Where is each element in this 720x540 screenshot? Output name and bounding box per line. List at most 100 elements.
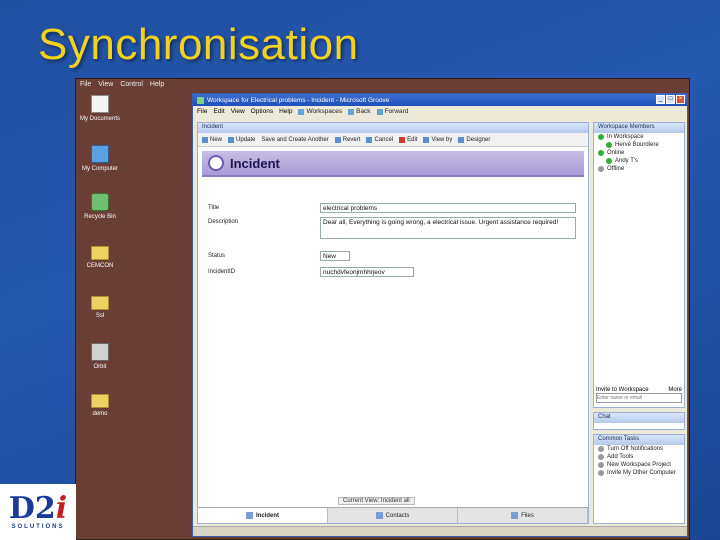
desktop-menu-help[interactable]: Help xyxy=(150,81,164,90)
tab-contacts[interactable]: Contacts xyxy=(328,508,458,523)
desktop-menu-view[interactable]: View xyxy=(98,81,113,90)
documents-icon xyxy=(91,95,109,113)
new-icon xyxy=(202,136,208,143)
group-offline[interactable]: Offline xyxy=(594,165,684,173)
description-field[interactable]: Dear all, Everything is going wrong, a e… xyxy=(320,217,576,239)
delete-x-icon xyxy=(399,136,406,143)
designer-button[interactable]: Designer xyxy=(458,136,490,143)
cancel-button[interactable]: Cancel xyxy=(366,136,393,143)
forward-button[interactable]: Forward xyxy=(376,108,408,115)
revert-icon xyxy=(334,136,341,143)
save-and-create-another-button[interactable]: Save and Create Another xyxy=(261,137,328,143)
folder-icon xyxy=(91,296,109,310)
revert-button[interactable]: Revert xyxy=(334,136,360,143)
status-offline-icon xyxy=(598,166,604,172)
menu-view[interactable]: View xyxy=(231,108,245,115)
form-title: Incident xyxy=(230,155,280,171)
common-tasks-pane: Common Tasks Turn Off Notifications Add … xyxy=(593,434,685,524)
desktop-screenshot: File View Control Help My Documents My C… xyxy=(75,78,690,540)
description-label: Description xyxy=(208,219,239,225)
new-button[interactable]: New xyxy=(202,136,222,143)
desktop-menu-control[interactable]: Control xyxy=(120,81,143,90)
desktop-icon-demo[interactable]: demo xyxy=(76,391,130,417)
group-in-workspace[interactable]: In Workspace xyxy=(594,133,684,141)
task-icon xyxy=(598,470,604,476)
incident-pane: Incident New Update Save and Create Anot… xyxy=(197,122,589,524)
task-item[interactable]: New Workspace Project xyxy=(594,461,684,469)
current-view-bar[interactable]: Current View: Incident all xyxy=(338,497,415,505)
workspaces-icon xyxy=(298,108,305,115)
status-online-icon xyxy=(598,150,604,156)
maximize-icon[interactable]: □ xyxy=(666,95,675,104)
designer-icon xyxy=(458,136,465,143)
view-by-button[interactable]: View by xyxy=(423,136,452,143)
desktop-icon-ssl[interactable]: Ssl xyxy=(76,293,130,319)
incident-icon xyxy=(208,155,224,171)
logo-subtitle: SOLUTIONS xyxy=(11,524,65,530)
tasks-title: Common Tasks xyxy=(594,435,684,445)
slide-title: Synchronisation xyxy=(38,20,359,69)
groove-window: Workspace for Electrical problems - Inci… xyxy=(192,93,688,537)
status-online-icon xyxy=(606,158,612,164)
form-header: Incident xyxy=(202,151,584,177)
chat-pane: Chat xyxy=(593,412,685,430)
window-title: Workspace for Electrical problems - Inci… xyxy=(207,96,390,104)
network-icon xyxy=(91,343,109,361)
members-title: Workspace Members xyxy=(594,123,684,133)
form-toolbar: New Update Save and Create Another Rever… xyxy=(198,133,588,147)
logo-mark: D2i xyxy=(8,491,68,526)
pane-title: Incident xyxy=(198,123,588,133)
d2i-logo: D2i SOLUTIONS xyxy=(0,484,76,540)
menu-help[interactable]: Help xyxy=(279,108,292,115)
group-online[interactable]: Online xyxy=(594,149,684,157)
title-field[interactable]: electrical problems xyxy=(320,203,576,213)
member-item[interactable]: Hervé Bourdiere xyxy=(594,141,684,149)
menu-options[interactable]: Options xyxy=(251,108,273,115)
update-button[interactable]: Update xyxy=(228,136,255,143)
menu-edit[interactable]: Edit xyxy=(213,108,224,115)
task-icon xyxy=(598,446,604,452)
tab-files[interactable]: Files xyxy=(458,508,588,523)
menu-file[interactable]: File xyxy=(197,108,207,115)
status-online-icon xyxy=(598,134,604,140)
computer-icon xyxy=(91,145,109,163)
member-item[interactable]: Andy T's xyxy=(594,157,684,165)
folder-icon xyxy=(91,246,109,260)
forward-arrow-icon xyxy=(376,108,383,115)
edit-button[interactable]: Edit xyxy=(399,136,417,143)
desktop-icon-my-documents[interactable]: My Documents xyxy=(76,95,130,122)
view-icon xyxy=(423,136,430,143)
tab-incident[interactable]: Incident xyxy=(198,508,328,523)
workspace-members-pane: Workspace Members In Workspace Hervé Bou… xyxy=(593,122,685,408)
task-item[interactable]: Invite My Other Computer xyxy=(594,469,684,477)
status-select[interactable]: New xyxy=(320,251,350,261)
back-arrow-icon xyxy=(348,108,355,115)
close-icon[interactable]: × xyxy=(676,95,685,104)
cancel-icon xyxy=(366,136,373,143)
groove-app-icon xyxy=(197,96,204,104)
workspaces-button[interactable]: Workspaces xyxy=(298,108,342,115)
task-icon xyxy=(598,462,604,468)
status-online-icon xyxy=(606,142,612,148)
app-menubar: File Edit View Options Help Workspaces B… xyxy=(193,106,687,117)
desktop-icon-orbit[interactable]: Orbit xyxy=(76,343,130,370)
desktop-icon-my-computer[interactable]: My Computer xyxy=(76,145,130,172)
contacts-tab-icon xyxy=(375,512,383,519)
invite-input[interactable] xyxy=(596,393,682,403)
incidentid-field[interactable]: nuchdvfeonjmhhrjeov xyxy=(320,267,414,277)
desktop-menu-file[interactable]: File xyxy=(80,81,91,90)
window-titlebar[interactable]: Workspace for Electrical problems - Inci… xyxy=(193,94,687,106)
chat-title[interactable]: Chat xyxy=(594,413,684,423)
status-label: Status xyxy=(208,253,226,259)
update-icon xyxy=(228,136,235,143)
tool-tabs: Incident Contacts Files xyxy=(198,507,588,523)
task-icon xyxy=(598,454,604,460)
task-item[interactable]: Add Tools xyxy=(594,453,684,461)
desktop-menubar: File View Control Help xyxy=(76,79,192,92)
back-button[interactable]: Back xyxy=(348,108,371,115)
minimize-icon[interactable]: _ xyxy=(656,95,665,104)
task-item[interactable]: Turn Off Notifications xyxy=(594,445,684,453)
desktop-icon-cemcon[interactable]: CEMCON xyxy=(76,243,130,269)
desktop-icon-recycle-bin[interactable]: Recycle Bin xyxy=(76,193,130,220)
incident-tab-icon xyxy=(245,512,253,519)
